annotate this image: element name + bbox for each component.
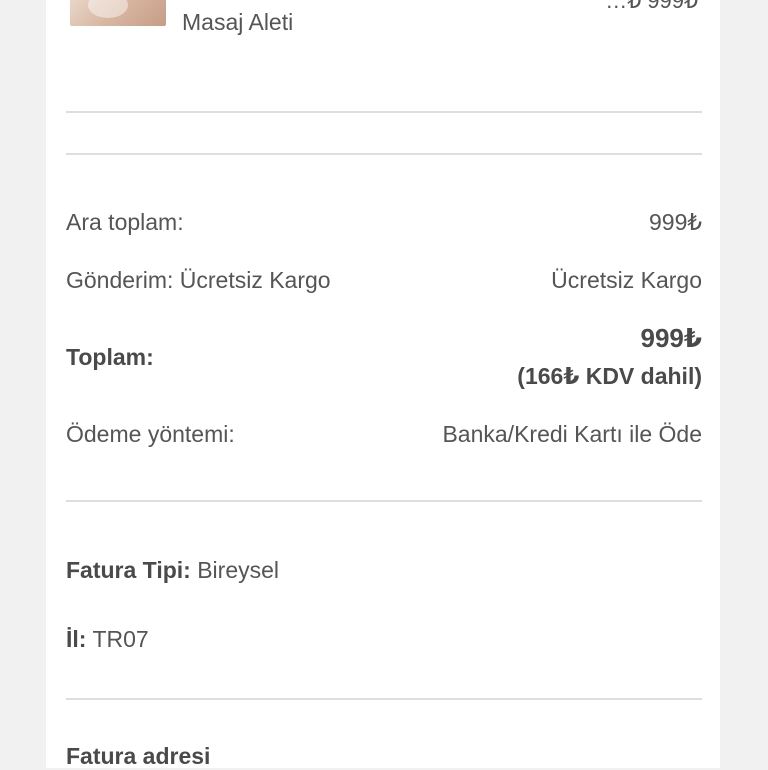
shipping-value: Ücretsiz Kargo — [551, 267, 702, 293]
invoice-address-title: Fatura adresi — [66, 743, 211, 769]
subtotal-value: 999₺ — [648, 209, 702, 235]
subtotal-label: Ara toplam: — [66, 209, 184, 235]
divider — [66, 698, 702, 700]
divider — [66, 111, 702, 113]
invoice-province: İl: TR07 — [66, 626, 149, 653]
product-name: Masaj Aleti — [182, 9, 294, 35]
divider — [66, 500, 702, 502]
divider — [66, 153, 702, 155]
tax-note: (166₺ KDV dahil) — [517, 363, 702, 389]
product-price-partial: …₺ 999₺ — [605, 0, 698, 13]
total-label: Toplam: — [66, 344, 154, 370]
payment-value: Banka/Kredi Kartı ile Öde — [442, 421, 702, 447]
payment-label: Ödeme yöntemi: — [66, 421, 235, 447]
invoice-province-label: İl: — [66, 626, 87, 652]
product-thumbnail[interactable] — [70, 0, 166, 26]
invoice-type-value: Bireysel — [197, 557, 280, 583]
invoice-type-label: Fatura Tipi: — [66, 557, 191, 583]
total-row: Toplam: 999₺ (166₺ KDV dahil) — [66, 323, 702, 393]
total-value: 999₺ — [640, 323, 702, 353]
invoice-type: Fatura Tipi: Bireysel — [66, 557, 279, 584]
shipping-label: Gönderim: Ücretsiz Kargo — [66, 267, 331, 293]
invoice-province-value: TR07 — [92, 626, 149, 652]
